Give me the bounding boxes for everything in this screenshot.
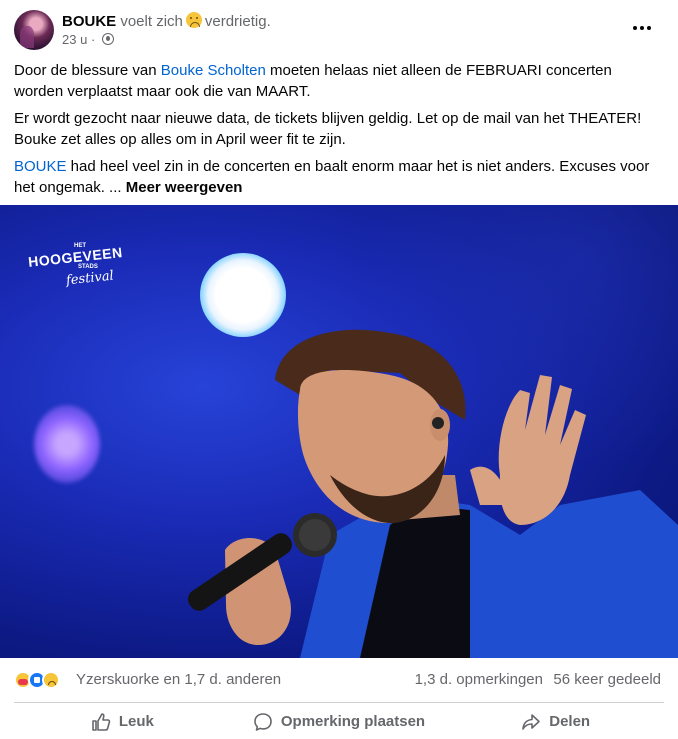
feeling-prefix: voelt zich [120, 13, 183, 30]
meta-separator: · [90, 32, 96, 47]
singer-illustration [187, 329, 678, 658]
post-header: BOUKE voelt zich verdrietig. 23 u · [0, 0, 678, 56]
like-label: Leuk [118, 713, 154, 730]
paragraph-3-b: had heel veel zin in de concerten en baa… [14, 158, 650, 196]
shares-count[interactable]: 56 keer gedeeld [553, 671, 661, 688]
action-bar: Leuk Opmerking plaatsen Delen [14, 704, 664, 739]
share-label: Delen [549, 713, 591, 730]
reaction-icons[interactable] [14, 671, 74, 689]
paragraph-1-a: Door de blessure van [14, 62, 161, 79]
paragraph-2: Er wordt gezocht naar nieuwe data, de ti… [14, 110, 642, 148]
comment-button[interactable]: Opmerking plaatsen [231, 704, 448, 739]
more-options-button[interactable] [622, 12, 662, 44]
post-text: Door de blessure van Bouke Scholten moet… [14, 60, 664, 204]
share-arrow-icon [522, 713, 541, 730]
post-time[interactable]: 23 u [62, 32, 87, 47]
post-photo[interactable]: HET HOOGEVEEN STADS festival [0, 205, 678, 658]
post-stats: Yzerskuorke en 1,7 d. anderen 1,3 d. opm… [0, 658, 678, 702]
mention-bouke[interactable]: BOUKE [14, 158, 67, 175]
author-name[interactable]: BOUKE [62, 13, 116, 30]
see-more-link[interactable]: Meer weergeven [126, 179, 243, 196]
divider [14, 702, 664, 703]
share-button[interactable]: Delen [447, 704, 664, 739]
mention-bouke-scholten[interactable]: Bouke Scholten [161, 62, 266, 79]
dot-icon [640, 26, 644, 30]
feeling-text: verdrietig. [204, 13, 271, 30]
comments-count[interactable]: 1,3 d. opmerkingen [415, 671, 543, 688]
comment-bubble-icon [254, 712, 272, 731]
author-avatar[interactable] [14, 10, 54, 50]
comment-label: Opmerking plaatsen [280, 713, 426, 730]
dot-icon [647, 26, 651, 30]
post-meta: 23 u · [62, 32, 114, 47]
globe-icon [101, 33, 114, 45]
author-line: BOUKE voelt zich verdrietig. [62, 12, 271, 31]
sad-reaction-icon [42, 671, 60, 689]
like-button[interactable]: Leuk [14, 704, 231, 739]
reactors-summary[interactable]: Yzerskuorke en 1,7 d. anderen [76, 671, 281, 688]
sad-emoji-icon [185, 12, 202, 28]
paragraph-1: Door de blessure van Bouke Scholten moet… [14, 60, 664, 102]
paragraph-3: BOUKE had heel veel zin in de concerten … [14, 156, 664, 198]
dot-icon [633, 26, 637, 30]
facebook-post: BOUKE voelt zich verdrietig. 23 u · Door … [0, 0, 678, 739]
thumbs-up-icon [92, 712, 111, 731]
